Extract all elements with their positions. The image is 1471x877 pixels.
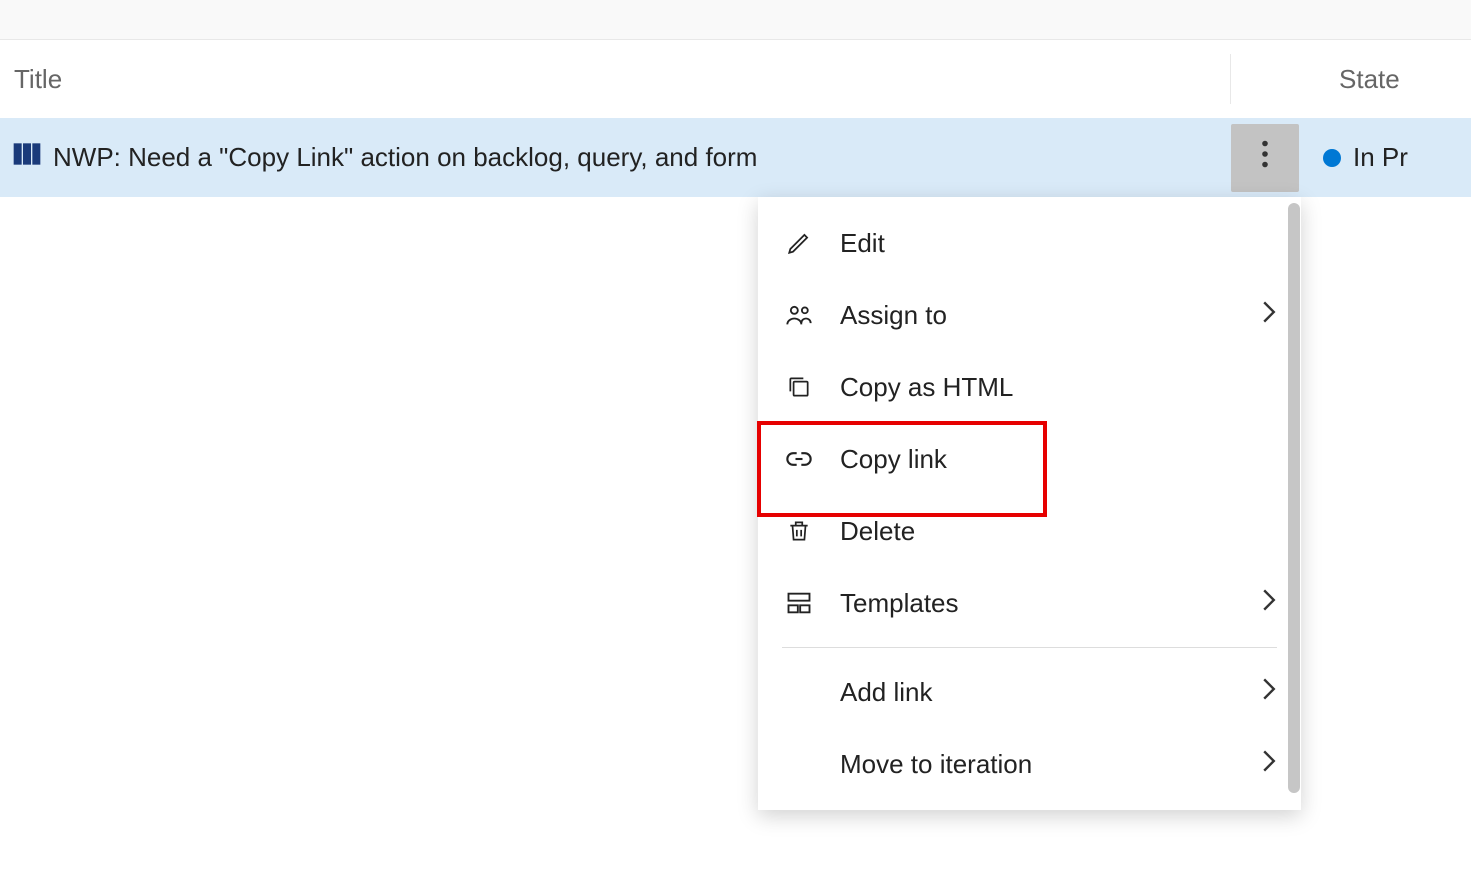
state-header-label: State [1339,64,1400,95]
menu-label-assign-to: Assign to [840,300,1261,331]
link-icon [782,445,816,473]
menu-item-edit[interactable]: Edit [758,207,1301,279]
state-column-header[interactable]: State [1231,54,1471,104]
menu-item-add-link[interactable]: Add link [758,656,1301,728]
toolbar [0,0,1471,40]
epic-book-icon [11,138,43,177]
work-item-row[interactable]: NWP: Need a "Copy Link" action on backlo… [0,118,1471,197]
templates-icon [782,589,816,617]
trash-icon [782,518,816,544]
state-indicator-dot [1323,149,1341,167]
menu-item-assign-to[interactable]: Assign to [758,279,1301,351]
more-vertical-icon [1261,140,1269,175]
context-menu: Edit Assign to Copy as HTML [758,197,1301,810]
menu-label-move-iteration: Move to iteration [840,749,1261,780]
work-item-title: NWP: Need a "Copy Link" action on backlo… [53,142,757,173]
menu-label-copy-html: Copy as HTML [840,372,1277,403]
menu-label-edit: Edit [840,228,1277,259]
menu-item-move-iteration[interactable]: Move to iteration [758,728,1301,800]
menu-divider [782,647,1277,648]
more-actions-button[interactable] [1231,124,1299,192]
pencil-icon [782,230,816,256]
chevron-right-icon [1261,677,1277,708]
row-state-cell: In Pr [1311,142,1471,173]
menu-label-delete: Delete [840,516,1277,547]
row-title-cell: NWP: Need a "Copy Link" action on backlo… [0,138,1231,177]
menu-label-copy-link: Copy link [840,444,1277,475]
copy-icon [782,374,816,400]
menu-item-copy-html[interactable]: Copy as HTML [758,351,1301,423]
chevron-right-icon [1261,749,1277,780]
title-column-header[interactable]: Title [0,54,1231,104]
chevron-right-icon [1261,588,1277,619]
menu-label-add-link: Add link [840,677,1261,708]
title-header-label: Title [14,64,62,95]
state-label: In Pr [1353,142,1408,173]
menu-item-templates[interactable]: Templates [758,567,1301,639]
people-icon [782,301,816,329]
column-headers-row: Title State [0,40,1471,118]
menu-item-copy-link[interactable]: Copy link [758,423,1301,495]
menu-label-templates: Templates [840,588,1261,619]
chevron-right-icon [1261,300,1277,331]
menu-item-delete[interactable]: Delete [758,495,1301,567]
